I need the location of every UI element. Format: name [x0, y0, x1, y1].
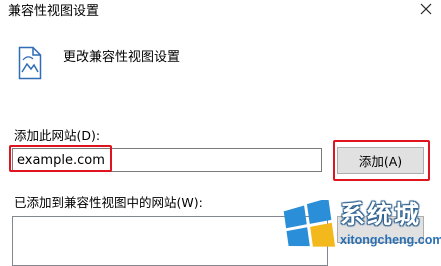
- remove-button[interactable]: [337, 216, 424, 243]
- window-title: 兼容性视图设置: [8, 4, 100, 19]
- added-sites-list[interactable]: [12, 216, 328, 266]
- title-bar: 兼容性视图设置: [0, 0, 441, 28]
- dialog-heading: 更改兼容性视图设置: [63, 50, 181, 65]
- added-sites-label: 已添加到兼容性视图中的网站(W):: [14, 195, 203, 210]
- add-site-input[interactable]: [12, 148, 322, 172]
- close-button[interactable]: [410, 0, 441, 20]
- add-button[interactable]: 添加(A): [337, 147, 424, 174]
- document-settings-icon: [18, 46, 42, 80]
- close-icon: [420, 3, 432, 15]
- add-site-label: 添加此网站(D):: [14, 128, 101, 143]
